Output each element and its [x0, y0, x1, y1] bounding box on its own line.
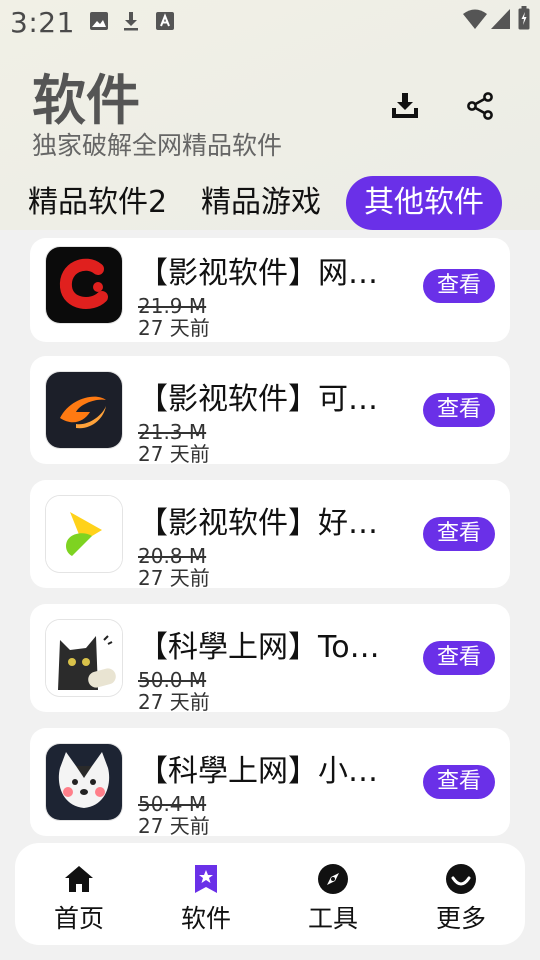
nav-label: 软件 [180, 904, 231, 933]
status-time: 3:21 [10, 6, 75, 39]
app-list-item[interactable]: 【影视软件】可… 21.3 M 27 天前 查看 [30, 356, 510, 464]
view-button[interactable]: 查看 [423, 393, 495, 427]
view-button[interactable]: 查看 [423, 641, 495, 675]
nav-label: 首页 [53, 904, 104, 933]
tab-premium-games[interactable]: 精品游戏 [201, 176, 321, 230]
app-name: 【科學上网】小… [138, 754, 378, 789]
app-list-item[interactable]: 【科學上网】To… 50.0 M 27 天前 查看 [30, 604, 510, 712]
category-tabs: 精品软件2 精品游戏 其他软件 [0, 176, 540, 232]
app-date: 27 天前 [138, 316, 210, 340]
app-date: 27 天前 [138, 442, 210, 464]
view-button[interactable]: 查看 [423, 765, 495, 799]
share-icon[interactable] [462, 88, 498, 124]
view-button[interactable]: 查看 [423, 517, 495, 551]
app-name: 【影视软件】网… [138, 256, 378, 291]
battery-icon [518, 6, 530, 34]
bottom-navigation: 首页 软件 工具 更多 [15, 843, 525, 945]
app-date: 27 天前 [138, 566, 210, 588]
tab-other-software[interactable]: 其他软件 [346, 176, 502, 230]
red-c-icon [46, 247, 122, 323]
tab-premium-software-2[interactable]: 精品软件2 [28, 176, 167, 230]
app-list-item[interactable]: 【影视软件】网… 21.9 M 27 天前 查看 [30, 238, 510, 342]
compass-icon [317, 863, 349, 895]
home-icon [63, 863, 95, 895]
orange-swoosh-icon [46, 372, 122, 448]
bookmark-star-icon [190, 863, 222, 895]
download-icon [120, 10, 142, 36]
nav-tools[interactable]: 工具 [273, 843, 393, 945]
wifi-icon [462, 8, 488, 34]
nav-more[interactable]: 更多 [401, 843, 521, 945]
tom-cat-icon [46, 620, 122, 696]
view-button[interactable]: 查看 [423, 269, 495, 303]
page-title: 软件 [32, 69, 140, 132]
font-icon [154, 10, 176, 36]
smile-icon [445, 863, 477, 895]
nav-software[interactable]: 软件 [146, 843, 266, 945]
page-subtitle: 独家破解全网精品软件 [32, 131, 283, 160]
app-name: 【科學上网】To… [138, 630, 380, 665]
app-date: 27 天前 [138, 690, 210, 712]
nav-label: 工具 [307, 904, 358, 933]
app-list-item[interactable]: 【科學上网】小… 50.4 M 27 天前 查看 [30, 728, 510, 836]
status-bar: 3:21 [0, 0, 540, 44]
app-name: 【影视软件】好… [138, 506, 378, 541]
image-icon [88, 10, 110, 36]
nav-label: 更多 [435, 904, 486, 933]
app-list-item[interactable]: 【影视软件】好… 20.8 M 27 天前 查看 [30, 480, 510, 588]
app-name: 【影视软件】可… [138, 382, 378, 417]
app-date: 27 天前 [138, 814, 210, 836]
yellow-play-icon [46, 496, 122, 572]
signal-icon [490, 8, 512, 34]
husky-icon [46, 744, 122, 820]
nav-home[interactable]: 首页 [19, 843, 139, 945]
download-tray-icon[interactable] [387, 88, 423, 124]
